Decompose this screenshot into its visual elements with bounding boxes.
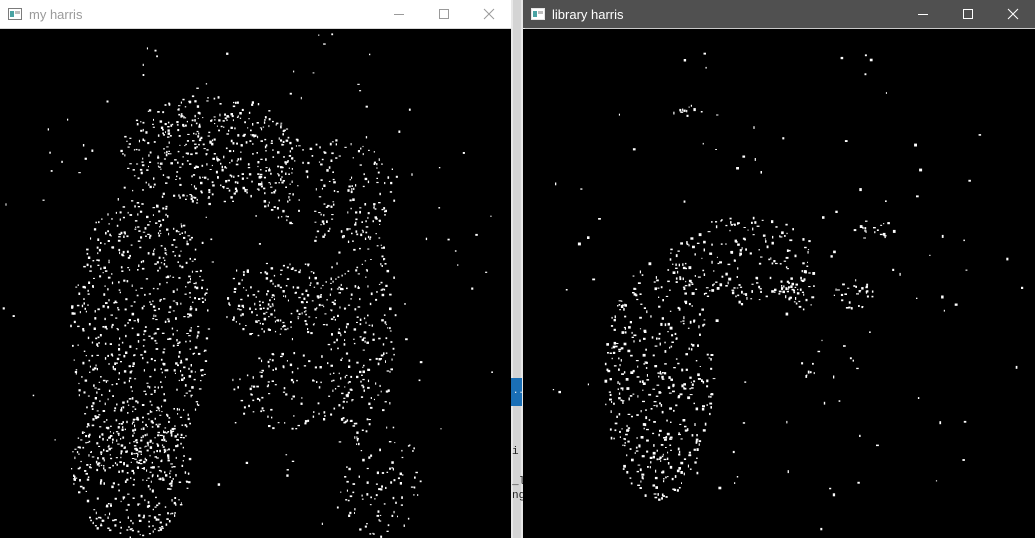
library-harris-image-canvas [523,29,1035,538]
close-button[interactable] [466,0,511,28]
maximize-icon [438,9,449,19]
maximize-button[interactable] [945,0,990,28]
maximize-button[interactable] [421,0,466,28]
maximize-icon [962,9,973,19]
opencv-window-icon [8,8,22,20]
library-harris-window[interactable]: library harris [523,0,1035,538]
background-selected-item: .. [511,378,524,406]
close-icon [1007,8,1018,20]
my-harris-window[interactable]: my harris [0,0,511,538]
my-harris-image-canvas [0,29,511,538]
minimize-icon [917,14,928,15]
corner-response-image [2,33,493,538]
window-title: library harris [552,6,624,22]
opencv-window-icon [531,8,545,20]
close-icon [483,8,494,20]
minimize-icon [393,14,404,15]
minimize-button[interactable] [376,0,421,28]
close-button[interactable] [990,0,1035,28]
window-title: my harris [29,6,83,22]
corner-response-image [552,52,1024,531]
window-titlebar[interactable]: library harris [523,0,1035,28]
window-titlebar[interactable]: my harris [0,0,511,29]
minimize-button[interactable] [900,0,945,28]
